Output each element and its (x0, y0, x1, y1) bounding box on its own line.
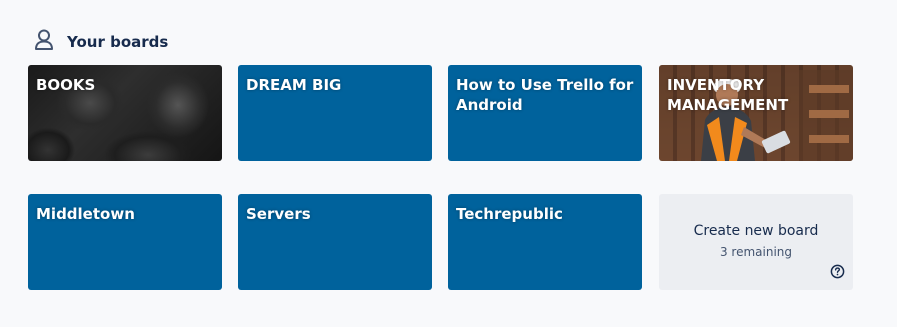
board-title: Techrepublic (456, 205, 563, 223)
board-title: Middletown (36, 205, 135, 223)
section-title: Your boards (67, 33, 169, 51)
board-title: INVENTORY MANAGEMENT (667, 76, 789, 114)
board-tile-inventory-management[interactable]: INVENTORY MANAGEMENT (659, 65, 853, 161)
board-tile-servers[interactable]: Servers (238, 194, 432, 290)
board-tile-dream-big[interactable]: DREAM BIG (238, 65, 432, 161)
help-circle-icon[interactable] (830, 264, 845, 283)
board-title: DREAM BIG (246, 76, 342, 94)
board-title: Servers (246, 205, 311, 223)
board-tile-trello-android[interactable]: How to Use Trello for Android (448, 65, 642, 161)
person-icon (34, 29, 54, 51)
board-title: BOOKS (36, 76, 96, 94)
create-new-board-button[interactable]: Create new board 3 remaining (659, 194, 853, 290)
board-tile-books[interactable]: BOOKS (28, 65, 222, 161)
boards-section-header: Your boards (34, 29, 168, 51)
board-tile-middletown[interactable]: Middletown (28, 194, 222, 290)
board-title: How to Use Trello for Android (456, 76, 634, 114)
remaining-count: 3 remaining (719, 245, 793, 259)
create-board-label: Create new board (693, 223, 819, 239)
board-tile-techrepublic[interactable]: Techrepublic (448, 194, 642, 290)
